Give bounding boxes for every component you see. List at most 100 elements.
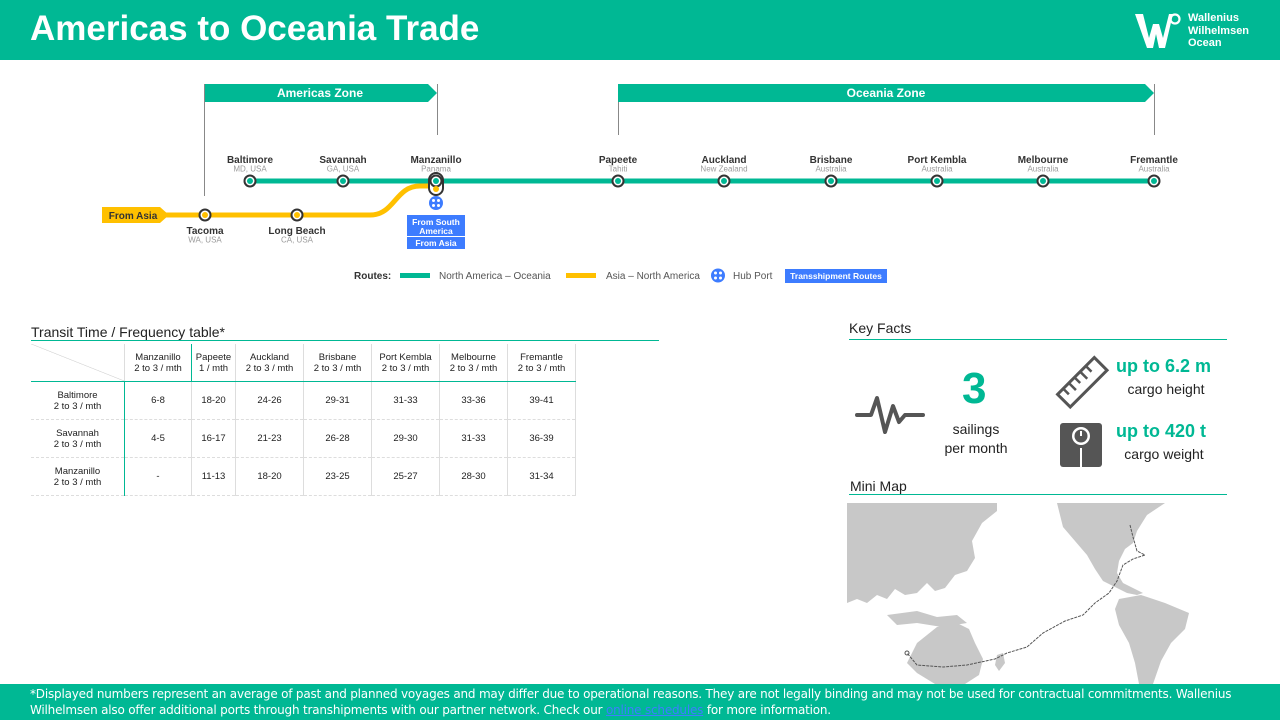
table-col-header: Fremantle 2 to 3 / mth: [507, 344, 576, 382]
pulse-icon: [855, 396, 925, 434]
station-location: Tahiti: [609, 165, 628, 174]
station-location: Australia: [921, 165, 953, 174]
station-location: Australia: [815, 165, 847, 174]
col-freq: 2 to 3 / mth: [245, 362, 294, 374]
scale-weight-icon: [1060, 423, 1102, 467]
cargo-weight-value: up to 420 t: [1116, 421, 1207, 441]
table-col-header: Port Kembla 2 to 3 / mth: [371, 344, 440, 382]
logo-line: Wilhelmsen: [1188, 24, 1250, 37]
americas-zone-label: Americas Zone: [277, 86, 363, 100]
legend-routes-label: Routes:: [354, 271, 391, 282]
col-freq: 2 to 3 / mth: [313, 362, 362, 374]
col-freq: 2 to 3 / mth: [449, 362, 498, 374]
station-location: Australia: [1138, 165, 1170, 174]
table-cell: 31-34: [507, 457, 576, 496]
table-row-header: Baltimore 2 to 3 / mth: [31, 381, 125, 420]
table-col-header: Papeete 1 / mth: [191, 344, 236, 382]
table-cell: 4-5: [124, 419, 192, 458]
station-location: CA, USA: [281, 236, 314, 245]
table-cell: 11-13: [191, 457, 236, 496]
station-location: GA, USA: [327, 165, 360, 174]
transit-table-rule: [31, 340, 659, 341]
table-cell: 18-20: [191, 381, 236, 420]
row-freq: 2 to 3 / mth: [53, 400, 102, 412]
col-port: Melbourne: [451, 351, 496, 363]
row-port: Savannah: [56, 427, 99, 439]
col-freq: 2 to 3 / mth: [134, 362, 182, 374]
hub-port-icon: [429, 196, 443, 210]
table-cell: 24-26: [235, 381, 304, 420]
route-diagram: Americas Zone Oceania Zone From Asia Bal…: [102, 84, 1178, 283]
sailings-count: 3: [962, 364, 987, 413]
company-logo-text: Wallenius Wilhelmsen Ocean: [1188, 12, 1249, 50]
legend-transshipment: Transshipment Routes: [790, 271, 882, 281]
oceania-zone-label: Oceania Zone: [847, 86, 926, 100]
page-title: Americas to Oceania Trade: [30, 9, 480, 48]
station-location: Panama: [421, 165, 451, 174]
station-location: Australia: [1027, 165, 1059, 174]
mini-map-rule: [849, 494, 1227, 495]
col-freq: 1 / mth: [198, 362, 229, 374]
table-row: Savannah 2 to 3 / mth 4-5 16-17 21-23 26-28 29…: [31, 419, 576, 458]
table-cell: -: [124, 457, 192, 496]
mini-map-title: Mini Map: [850, 478, 907, 494]
col-port: Brisbane: [318, 351, 357, 363]
legend-yellow-swatch: [566, 273, 596, 278]
legend-hub-icon: [711, 268, 725, 283]
station-location: WA, USA: [188, 236, 222, 245]
col-port: Fremantle: [520, 351, 563, 363]
transship-label: From Asia: [415, 238, 457, 248]
sailings-label: per month: [944, 440, 1008, 456]
legend-asia-north-america: Asia – North America: [606, 271, 700, 282]
table-row-header: Savannah 2 to 3 / mth: [31, 419, 125, 458]
table-cell: 29-31: [303, 381, 372, 420]
table-cell: 29-30: [371, 419, 440, 458]
table-cell: 6-8: [124, 381, 192, 420]
cargo-height-value: up to 6.2 m: [1116, 356, 1212, 376]
company-logo-icon: [1135, 13, 1181, 48]
table-header-row: Manzanillo 2 to 3 / mth Papeete 1 / mth Auck…: [31, 344, 576, 382]
col-freq: 2 to 3 / mth: [381, 362, 430, 374]
transit-table: Manzanillo 2 to 3 / mth Papeete 1 / mth Auck…: [31, 344, 576, 496]
transit-table-title: Transit Time / Frequency table*: [31, 324, 226, 340]
legend-hub-port: Hub Port: [733, 271, 773, 282]
header-bar: Americas to Oceania Trade Wallenius Wilh…: [0, 0, 1280, 60]
key-facts-title: Key Facts: [849, 320, 912, 336]
footer-bar: *Displayed numbers represent an average …: [0, 684, 1280, 720]
table-cell: 31-33: [371, 381, 440, 420]
online-schedules-link[interactable]: online schedules: [606, 703, 703, 717]
footer-disclaimer: *Displayed numbers represent an average …: [30, 686, 1275, 718]
legend-green-swatch: [400, 273, 430, 278]
station-location: MD, USA: [233, 165, 267, 174]
footer-text: for more information.: [703, 703, 831, 717]
cargo-height-label: cargo height: [1127, 381, 1205, 397]
table-col-header: Auckland 2 to 3 / mth: [235, 344, 304, 382]
table-row-header: Manzanillo 2 to 3 / mth: [31, 457, 125, 496]
table-cell: 18-20: [235, 457, 304, 496]
table-col-header: Manzanillo 2 to 3 / mth: [124, 344, 192, 382]
from-asia-label: From Asia: [109, 211, 158, 222]
row-freq: 2 to 3 / mth: [53, 476, 102, 488]
table-col-header: Brisbane 2 to 3 / mth: [303, 344, 372, 382]
transship-label: America: [419, 226, 453, 236]
table-cell: 16-17: [191, 419, 236, 458]
row-port: Manzanillo: [54, 465, 101, 477]
mini-map: [847, 503, 1227, 684]
table-cell: 33-36: [439, 381, 508, 420]
table-cell: 23-25: [303, 457, 372, 496]
table-cell: 28-30: [439, 457, 508, 496]
cargo-weight-label: cargo weight: [1124, 446, 1204, 462]
col-port: Auckland: [249, 351, 290, 363]
sailings-label: sailings: [952, 421, 1000, 437]
key-facts-rule: [849, 339, 1227, 340]
table-row: Baltimore 2 to 3 / mth 6-8 18-20 24-26 29-31 3…: [31, 381, 576, 420]
manzanillo-yellow-dot: [433, 186, 439, 192]
legend-north-america-oceania: North America – Oceania: [439, 271, 551, 282]
row-port: Baltimore: [57, 389, 98, 401]
logo-line: Ocean: [1188, 37, 1222, 49]
table-cell: 39-41: [507, 381, 576, 420]
table-cell: 26-28: [303, 419, 372, 458]
table-row: Manzanillo 2 to 3 / mth -11-13 18-20 23-25 25…: [31, 457, 576, 496]
col-freq: 2 to 3 / mth: [517, 362, 566, 374]
ruler-icon: [1055, 355, 1110, 410]
